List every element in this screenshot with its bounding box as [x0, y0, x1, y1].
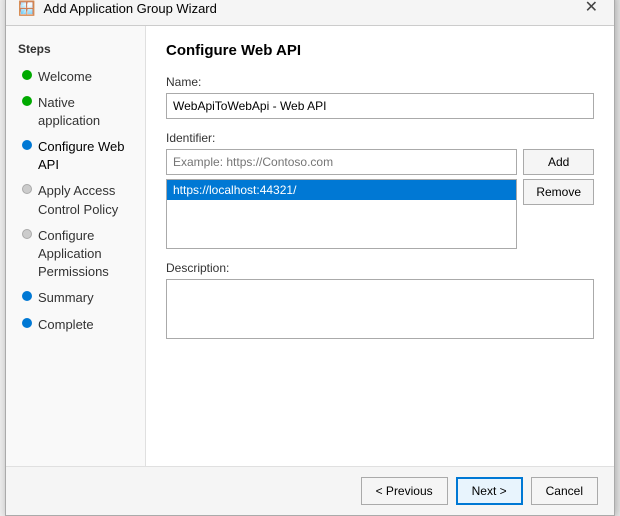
sidebar-label-access: Apply Access Control Policy — [38, 182, 133, 218]
app-icon: 🪟 — [18, 0, 35, 17]
dialog-title: Add Application Group Wizard — [43, 1, 216, 16]
identifier-label: Identifier: — [166, 131, 594, 145]
sidebar-label-summary: Summary — [38, 289, 94, 307]
sidebar-item-native-application[interactable]: Native application — [6, 90, 145, 134]
previous-button[interactable]: < Previous — [361, 477, 448, 505]
description-input[interactable] — [166, 279, 594, 339]
footer: < Previous Next > Cancel — [6, 466, 614, 515]
sidebar-item-welcome[interactable]: Welcome — [6, 64, 145, 90]
cancel-button[interactable]: Cancel — [531, 477, 598, 505]
step-dot-webapi — [22, 140, 32, 150]
main-panel: Configure Web API Name: Identifier: http… — [146, 26, 614, 466]
identifier-list: https://localhost:44321/ — [166, 179, 517, 249]
steps-label: Steps — [6, 42, 145, 64]
step-dot-welcome — [22, 70, 32, 80]
description-label: Description: — [166, 261, 594, 275]
identifier-input-row — [166, 149, 517, 175]
list-item[interactable]: https://localhost:44321/ — [167, 180, 516, 200]
next-button[interactable]: Next > — [456, 477, 523, 505]
sidebar-label-webapi: Configure Web API — [38, 138, 133, 174]
sidebar: Steps Welcome Native application Configu… — [6, 26, 146, 466]
sidebar-label-native: Native application — [38, 94, 133, 130]
step-dot-summary — [22, 291, 32, 301]
sidebar-item-summary[interactable]: Summary — [6, 285, 145, 311]
identifier-input[interactable] — [166, 149, 517, 175]
identifier-actions: Add Remove — [523, 149, 594, 249]
sidebar-item-apply-access[interactable]: Apply Access Control Policy — [6, 178, 145, 222]
sidebar-item-complete[interactable]: Complete — [6, 312, 145, 338]
close-button[interactable]: ✕ — [581, 0, 602, 16]
step-dot-access — [22, 184, 32, 194]
step-dot-native — [22, 96, 32, 106]
dialog-content: Steps Welcome Native application Configu… — [6, 26, 614, 466]
step-dot-complete — [22, 318, 32, 328]
name-label: Name: — [166, 75, 594, 89]
name-input[interactable] — [166, 93, 594, 119]
sidebar-item-configure-permissions[interactable]: Configure Application Permissions — [6, 223, 145, 286]
page-title: Configure Web API — [166, 42, 594, 59]
remove-button[interactable]: Remove — [523, 179, 594, 205]
description-group: Description: — [166, 261, 594, 342]
identifier-list-wrapper: https://localhost:44321/ — [166, 149, 517, 249]
title-bar-left: 🪟 Add Application Group Wizard — [18, 0, 217, 17]
title-bar: 🪟 Add Application Group Wizard ✕ — [6, 0, 614, 26]
name-group: Name: — [166, 75, 594, 119]
sidebar-label-welcome: Welcome — [38, 68, 92, 86]
step-dot-permissions — [22, 229, 32, 239]
add-button[interactable]: Add — [523, 149, 594, 175]
sidebar-item-configure-web-api[interactable]: Configure Web API — [6, 134, 145, 178]
identifier-with-list: https://localhost:44321/ Add Remove — [166, 149, 594, 249]
sidebar-label-complete: Complete — [38, 316, 94, 334]
identifier-group: Identifier: https://localhost:44321/ Add… — [166, 131, 594, 249]
dialog: 🪟 Add Application Group Wizard ✕ Steps W… — [5, 0, 615, 516]
sidebar-label-permissions: Configure Application Permissions — [38, 227, 133, 282]
